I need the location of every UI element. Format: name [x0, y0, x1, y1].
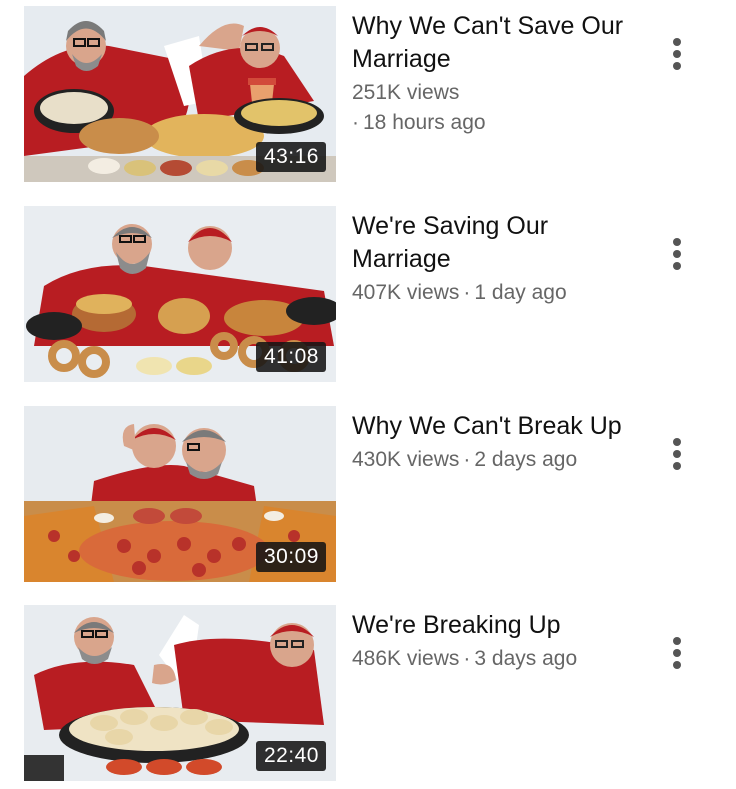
- more-vertical-icon[interactable]: [662, 232, 692, 276]
- more-vertical-icon[interactable]: [662, 32, 692, 76]
- video-thumbnail[interactable]: 41:08: [24, 206, 336, 382]
- video-meta: 430K views · 2 days ago: [352, 448, 578, 471]
- view-count: 486K views: [352, 647, 460, 670]
- video-meta: 407K views · 1 day ago: [352, 281, 567, 304]
- upload-age-line: · 18 hours ago: [352, 111, 486, 134]
- upload-age: 2 days ago: [474, 448, 578, 471]
- video-title[interactable]: We're Saving Our Marriage: [352, 210, 637, 276]
- video-meta: 251K views · 18 hours ago: [352, 78, 637, 138]
- video-info[interactable]: We're Saving Our Marriage 407K views · 1 d…: [352, 210, 637, 308]
- duration-badge: 30:09: [255, 542, 326, 572]
- video-title[interactable]: Why We Can't Save Our Marriage: [352, 10, 637, 76]
- video-thumbnail[interactable]: 30:09: [24, 406, 336, 582]
- video-item[interactable]: 30:09 Why We Can't Break Up 430K views · 2…: [0, 406, 736, 582]
- upload-age: 18 hours ago: [363, 111, 486, 134]
- video-thumbnail[interactable]: 43:16: [24, 6, 336, 182]
- duration-badge: 41:08: [255, 342, 326, 372]
- video-info[interactable]: We're Breaking Up 486K views · 3 days ago: [352, 609, 637, 674]
- video-title[interactable]: We're Breaking Up: [352, 609, 637, 642]
- view-count: 430K views: [352, 448, 460, 471]
- video-item[interactable]: 43:16 Why We Can't Save Our Marriage 251…: [0, 6, 736, 182]
- duration-badge: 22:40: [255, 741, 326, 771]
- more-vertical-icon[interactable]: [662, 631, 692, 675]
- more-vertical-icon[interactable]: [662, 432, 692, 476]
- video-item[interactable]: 22:40 We're Breaking Up 486K views · 3 day…: [0, 605, 736, 781]
- video-item[interactable]: 41:08 We're Saving Our Marriage 407K vie…: [0, 206, 736, 382]
- video-meta: 486K views · 3 days ago: [352, 647, 578, 670]
- upload-age: 1 day ago: [474, 281, 567, 304]
- view-count: 407K views: [352, 281, 460, 304]
- upload-age: 3 days ago: [474, 647, 578, 670]
- video-thumbnail[interactable]: 22:40: [24, 605, 336, 781]
- duration-badge: 43:16: [255, 142, 326, 172]
- video-title[interactable]: Why We Can't Break Up: [352, 410, 637, 443]
- view-count: 251K views: [352, 81, 460, 104]
- video-info[interactable]: Why We Can't Break Up 430K views · 2 days …: [352, 410, 637, 475]
- video-info[interactable]: Why We Can't Save Our Marriage 251K view…: [352, 10, 637, 138]
